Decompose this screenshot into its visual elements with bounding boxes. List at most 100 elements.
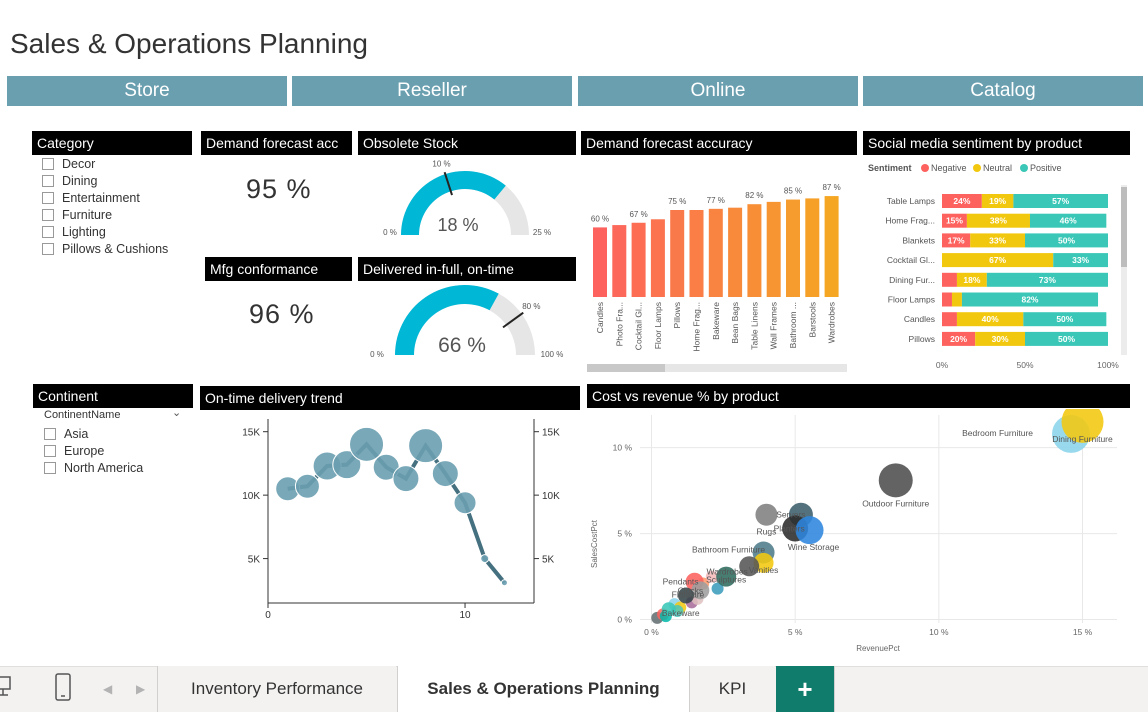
bar: [824, 196, 839, 297]
x-tick-label: 50%: [1016, 360, 1033, 370]
bar: [650, 219, 665, 297]
previous-page-icon[interactable]: ◀: [103, 682, 112, 696]
bar: [786, 199, 800, 297]
sentiment-chart-header: Social media sentiment by product: [863, 131, 1130, 155]
y-tick-label: 10K: [242, 491, 260, 502]
category-label: Barstools: [807, 302, 817, 337]
checkbox-icon[interactable]: [44, 428, 56, 440]
nav-button-store[interactable]: Store: [7, 76, 287, 106]
next-page-icon[interactable]: ▶: [136, 682, 145, 696]
x-tick-label: 0%: [936, 360, 949, 370]
tab-sales-operations-planning[interactable]: Sales & Operations Planning: [398, 666, 689, 712]
point-label: Bedroom Furniture: [962, 428, 1033, 438]
sentiment-stacked-bar-chart: Sentiment Negative Neutral Positive Tabl…: [868, 163, 1127, 370]
category-label: Candles: [904, 314, 935, 324]
slicer-item-entertainment[interactable]: Entertainment: [42, 191, 140, 205]
data-label: 40%: [982, 314, 999, 324]
page-title: Sales & Operations Planning: [10, 28, 368, 59]
checkbox-icon[interactable]: [44, 462, 56, 474]
trend-point: [480, 554, 490, 564]
bar: [631, 222, 646, 297]
gauge-min-label: 0 %: [383, 228, 397, 237]
bar: [728, 207, 743, 297]
point-label: Vanities: [749, 565, 779, 575]
legend-label-negative: Negative: [931, 163, 967, 173]
x-tick-label: 100%: [1097, 360, 1119, 370]
category-label: Floor Lamps: [888, 295, 935, 305]
nav-button-catalog[interactable]: Catalog: [863, 76, 1143, 106]
x-tick-label: 0 %: [644, 627, 659, 637]
point-label: Dining Furniture: [1052, 434, 1113, 444]
slicer-item-europe[interactable]: Europe: [44, 444, 104, 458]
point-label: Bakeware: [662, 608, 700, 618]
category-label: Cocktail Gl...: [887, 255, 935, 265]
gauge-target-label: 80 %: [522, 302, 540, 311]
slicer-item-asia[interactable]: Asia: [44, 427, 88, 441]
category-slicer-header: Category: [32, 131, 192, 155]
slicer-item-label: Furniture: [62, 208, 113, 222]
category-label: Bean Bags: [730, 302, 740, 344]
category-label: Blankets: [902, 235, 935, 245]
bar: [612, 225, 627, 297]
checkbox-icon[interactable]: [44, 445, 56, 457]
tab-inventory-performance[interactable]: Inventory Performance: [158, 666, 396, 712]
scatter-point: [755, 503, 778, 526]
point-label: Sculptures: [706, 575, 746, 585]
data-label: 38%: [990, 216, 1007, 226]
checkbox-icon[interactable]: [42, 158, 54, 170]
bar-segment: [942, 292, 952, 307]
slicer-item-decor[interactable]: Decor: [42, 157, 95, 171]
slicer-item-furniture[interactable]: Furniture: [42, 208, 112, 222]
category-label: Home Frag...: [692, 302, 702, 352]
delivered-gauge: 66 % 0 % 100 % 80 %: [370, 284, 563, 359]
chevron-down-icon[interactable]: ⌄: [172, 406, 181, 419]
data-label: 30%: [992, 334, 1009, 344]
scatter-point: [878, 463, 913, 498]
slicer-item-label: Pillows & Cushions: [62, 242, 169, 256]
slicer-item-label: Asia: [64, 427, 89, 441]
add-page-button[interactable]: +: [776, 666, 834, 712]
checkbox-icon[interactable]: [42, 209, 54, 221]
nav-button-online[interactable]: Online: [578, 76, 858, 106]
demand-card-value: 95 %: [246, 174, 312, 204]
checkbox-icon[interactable]: [42, 243, 54, 255]
data-label: 24%: [953, 196, 970, 206]
checkbox-icon[interactable]: [42, 192, 54, 204]
slicer-item-label: Europe: [64, 444, 105, 458]
phone-view-icon[interactable]: [52, 672, 76, 704]
gauge-min-label: 0 %: [370, 350, 384, 359]
y-tick-label: 5 %: [617, 529, 632, 539]
data-label: 57%: [1052, 196, 1069, 206]
slicer-item-north-america[interactable]: North America: [44, 461, 143, 475]
bar: [747, 204, 762, 297]
delivered-gauge-header: Delivered in-full, on-time: [358, 257, 576, 281]
mfg-card-header: Mfg conformance: [205, 257, 352, 281]
checkbox-icon[interactable]: [42, 175, 54, 187]
slicer-item-pillows-cushions[interactable]: Pillows & Cushions: [42, 242, 168, 256]
point-label: Servers: [776, 510, 805, 520]
category-label: Table Lamps: [887, 196, 935, 206]
nav-button-reseller[interactable]: Reseller: [292, 76, 572, 106]
data-label: 82 %: [745, 191, 763, 200]
scrollbar-thumb[interactable]: [587, 364, 665, 372]
slicer-item-lighting[interactable]: Lighting: [42, 225, 106, 239]
x-axis-title: RevenuePct: [856, 644, 900, 653]
demand-forecast-bar-chart: 60 % Candles Photo Fra... 67 % Cocktail Gl..…: [587, 183, 847, 372]
point-label: Bathroom Furniture: [692, 545, 765, 555]
data-label: 33%: [989, 235, 1006, 245]
scrollbar-thumb[interactable]: [1121, 187, 1127, 267]
data-label: 18%: [963, 275, 980, 285]
y-tick-label: 15K: [542, 428, 560, 439]
x-tick-label: 10 %: [929, 627, 949, 637]
category-label: Cocktail Gl...: [634, 302, 644, 350]
category-label: Dining Fur...: [889, 275, 935, 285]
gauge-max-label: 25 %: [533, 228, 551, 237]
desktop-view-icon[interactable]: [0, 674, 20, 702]
slicer-item-dining[interactable]: Dining: [42, 174, 97, 188]
bar: [766, 201, 781, 297]
checkbox-icon[interactable]: [42, 226, 54, 238]
data-label: 87 %: [822, 183, 840, 192]
tab-kpi[interactable]: KPI: [690, 666, 775, 712]
x-tick-label: 5 %: [788, 627, 803, 637]
legend-label-neutral: Neutral: [983, 163, 1012, 173]
